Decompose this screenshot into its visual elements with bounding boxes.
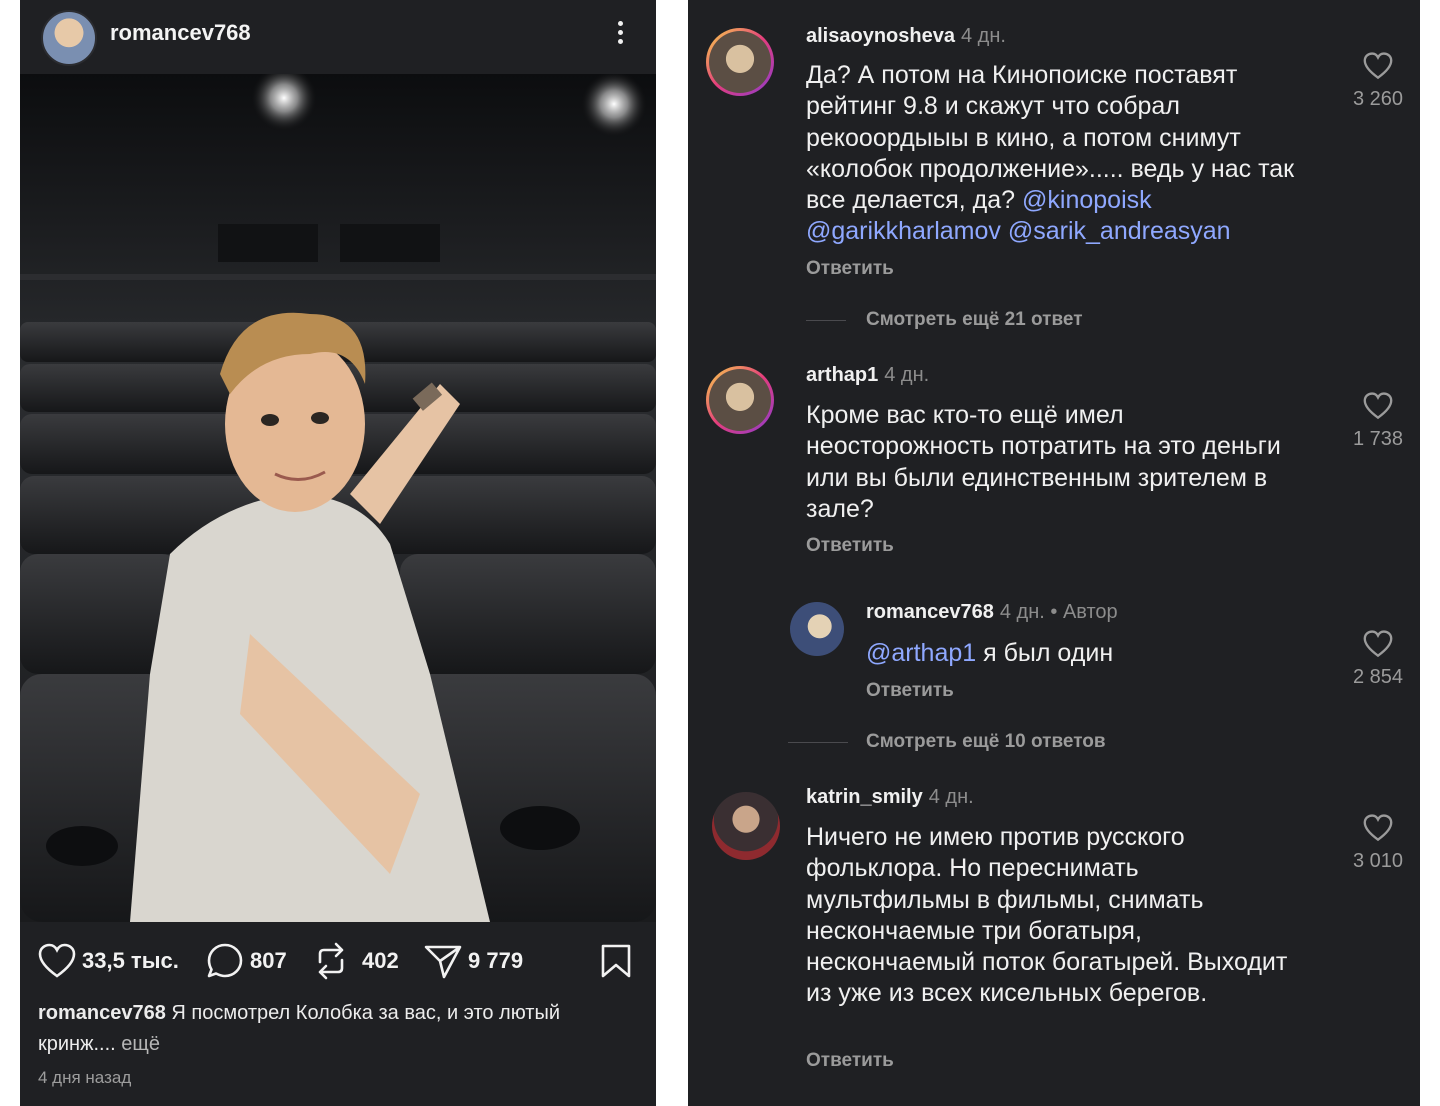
reply-button[interactable]: Ответить [806,1050,894,1072]
reply-button[interactable]: Ответить [806,535,894,557]
post-timestamp: 4 дня назад [38,1068,132,1087]
author-badge: • Автор [1044,601,1118,623]
save-button[interactable] [600,938,632,984]
comment-like-count: 2 854 [1352,666,1404,688]
comment-text: Да? А потом на Кинопоиске поставят рейти… [806,60,1306,248]
repost-icon [318,942,344,980]
comment-like-button[interactable]: 2 854 [1338,630,1418,689]
heart-icon [1363,814,1393,842]
comment-body: я был один [976,639,1114,667]
likes-count: 33,5 тыс. [82,948,179,973]
share-button[interactable]: 9 779 [424,938,523,984]
reply-button[interactable]: Ответить [806,258,894,280]
reposts-count: 402 [362,948,399,973]
comment-time: 4 дн. [884,364,930,386]
comment-time: 4 дн. [928,786,974,808]
comment-like-button[interactable]: 3 260 [1338,52,1418,111]
bookmark-icon [601,944,631,978]
avatar[interactable] [706,28,774,96]
reply-button[interactable]: Ответить [866,680,954,702]
comment-time: 4 дн. [960,25,1006,47]
comment-like-count: 1 738 [1352,428,1404,450]
view-more-replies[interactable]: Смотреть ещё 10 ответов [866,731,1106,753]
post-photo[interactable] [20,74,656,922]
comment-time: 4 дн. [999,601,1045,623]
comments-panel: alisaoynosheva 4 дн. Да? А потом на Киноп… [688,0,1420,1106]
comment-header: alisaoynosheva 4 дн. [806,25,1006,48]
post-caption: romancev768 Я посмотрел Колобка за вас, … [38,998,643,1060]
post-header: romancev768 [20,0,656,74]
heart-icon [1363,392,1393,420]
mention-link[interactable]: @kinopoisk [1022,186,1152,214]
send-icon [424,945,462,979]
caption-username[interactable]: romancev768 [38,1002,166,1024]
caption-more-link[interactable]: ещё [116,1033,160,1055]
comment-header: katrin_smily 4 дн. [806,786,974,809]
comment-icon [207,943,243,978]
comment-text: @arthap1 я был один [866,638,1366,669]
post-actions: 33,5 тыс. 807 402 9 779 [20,938,656,984]
comment-like-count: 3 260 [1352,88,1404,110]
shares-count: 9 779 [468,948,524,973]
repost-button[interactable]: 402 [314,938,399,984]
mention-link[interactable]: @sarik_andreasyan [1008,217,1231,245]
mention-link[interactable]: @arthap1 [866,639,976,667]
avatar[interactable] [712,792,780,860]
comment-username[interactable]: alisaoynosheva [806,25,955,47]
comment-button[interactable]: 807 [206,938,287,984]
heart-icon [1363,52,1393,80]
heart-icon [38,943,76,978]
heart-icon [1363,630,1393,658]
more-options-icon[interactable] [608,18,632,50]
mention-link[interactable]: @garikkharlamov [806,217,1001,245]
comment-username[interactable]: katrin_smily [806,786,923,808]
view-more-replies[interactable]: Смотреть ещё 21 ответ [866,309,1083,331]
divider [806,320,846,321]
comment-like-button[interactable]: 1 738 [1338,392,1418,451]
post-username[interactable]: romancev768 [110,20,251,46]
comment-username[interactable]: romancev768 [866,601,994,623]
comment-like-count: 3 010 [1352,850,1404,872]
comment-text: Кроме вас кто-то ещё имел неосторожность… [806,401,1281,523]
avatar[interactable] [41,10,97,66]
comments-count: 807 [250,948,287,973]
comment-like-button[interactable]: 3 010 [1338,814,1418,873]
like-button[interactable]: 33,5 тыс. [38,938,179,984]
post-panel: romancev768 33,5 тыс. 807 402 9 779 roma… [20,0,656,1106]
divider [788,742,848,743]
comment-username[interactable]: arthap1 [806,364,878,386]
comment-text: Ничего не имею против русского фольклора… [806,823,1288,1008]
avatar[interactable] [706,366,774,434]
comment-header: arthap1 4 дн. [806,364,929,387]
comment-header: romancev768 4 дн. • Автор [866,601,1118,624]
avatar[interactable] [790,602,844,656]
